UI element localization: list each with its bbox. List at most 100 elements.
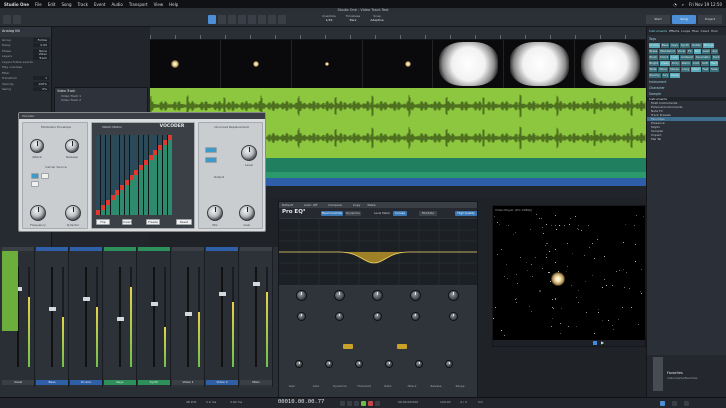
matrix-cell[interactable] (134, 160, 139, 165)
wifi-icon[interactable]: ◔ (673, 2, 677, 7)
matrix-cell[interactable] (110, 195, 115, 200)
matrix-cell[interactable] (105, 150, 110, 155)
channel-name[interactable]: Bass (36, 380, 68, 385)
carrier-internal-button[interactable] (31, 173, 39, 179)
matrix-cell[interactable] (143, 160, 148, 165)
browser-tab[interactable]: Cloud (701, 29, 710, 33)
eq-dynamics-knob[interactable] (445, 360, 453, 368)
frequency-knob[interactable] (30, 205, 46, 221)
matrix-cell[interactable] (115, 165, 120, 170)
matrix-cell[interactable] (153, 185, 158, 190)
eq-knob[interactable] (448, 312, 458, 321)
matrix-cell[interactable] (139, 210, 144, 215)
matrix-cell[interactable] (158, 195, 163, 200)
matrix-cell[interactable] (153, 140, 158, 145)
channel-name[interactable]: Vocal (2, 380, 34, 385)
matrix-cell[interactable] (148, 170, 153, 175)
matrix-cell[interactable] (134, 210, 139, 215)
matrix-cell[interactable] (148, 175, 153, 180)
matrix-cell[interactable] (115, 180, 120, 185)
matrix-cell[interactable] (101, 190, 106, 195)
browser-tab[interactable]: Files (692, 29, 699, 33)
browser-tag[interactable]: Chord (658, 54, 670, 60)
matrix-cell[interactable] (129, 140, 134, 145)
matrix-cell[interactable] (96, 170, 101, 175)
stop-button[interactable] (354, 400, 359, 406)
matrix-cell[interactable] (148, 185, 153, 190)
matrix-cell[interactable] (139, 175, 144, 180)
matrix-cell[interactable] (115, 155, 120, 160)
matrix-cell[interactable] (153, 165, 158, 170)
level-knob[interactable] (241, 145, 257, 161)
matrix-cell[interactable] (162, 200, 167, 205)
matrix-cell[interactable] (110, 185, 115, 190)
channel-name[interactable]: Video 1 (172, 380, 204, 385)
browser-tag[interactable]: Warm (680, 60, 691, 66)
matrix-cell[interactable] (153, 210, 158, 215)
browser-tag[interactable]: Mono (658, 66, 669, 72)
matrix-cell[interactable] (96, 155, 101, 160)
browser-tag[interactable]: Drums (648, 42, 660, 48)
browser-tag[interactable]: Dirty (670, 60, 680, 66)
matrix-cell[interactable] (167, 155, 172, 160)
browser-tag[interactable]: Cold (691, 60, 701, 66)
matrix-cell[interactable] (158, 150, 163, 155)
matrix-cell[interactable] (96, 145, 101, 150)
matrix-cell[interactable] (162, 205, 167, 210)
matrix-cell[interactable] (153, 175, 158, 180)
browser-tag[interactable]: Stereo (669, 66, 681, 72)
matrix-cell[interactable] (134, 200, 139, 205)
matrix-cell[interactable] (139, 185, 144, 190)
fader-handle[interactable] (252, 282, 260, 286)
menu-song[interactable]: Song (61, 2, 71, 7)
eq-dynamics-knob[interactable] (355, 360, 363, 368)
matrix-cell[interactable] (148, 210, 153, 215)
matrix-cell[interactable] (158, 170, 163, 175)
browser-tag[interactable]: Vocal (676, 48, 687, 54)
matrix-cell[interactable] (115, 170, 120, 175)
matrix-cell[interactable] (153, 190, 158, 195)
matrix-cell[interactable] (134, 195, 139, 200)
eq-dynamics-knob[interactable] (295, 360, 303, 368)
matrix-cell[interactable] (134, 180, 139, 185)
matrix-cell[interactable] (162, 165, 167, 170)
matrix-cell[interactable] (143, 135, 148, 140)
mix-view-button[interactable] (672, 400, 677, 406)
matrix-cell[interactable] (96, 175, 101, 180)
matrix-cell[interactable] (158, 160, 163, 165)
track-item-2[interactable]: Video Track 2 (55, 98, 147, 102)
browser-tag[interactable]: Synth (679, 42, 690, 48)
eq-curve-display[interactable] (279, 219, 477, 285)
reset-button[interactable]: Reset (176, 219, 192, 225)
matrix-cell[interactable] (105, 145, 110, 150)
record-button[interactable] (368, 400, 373, 406)
matrix-cell[interactable] (167, 185, 172, 190)
matrix-cell[interactable] (124, 210, 129, 215)
band-enable-button[interactable] (397, 344, 407, 349)
menu-file[interactable]: File (35, 2, 42, 7)
matrix-cell[interactable] (120, 210, 125, 215)
matrix-cell[interactable] (162, 195, 167, 200)
matrix-cell[interactable] (148, 160, 153, 165)
matrix-cell[interactable] (167, 135, 172, 140)
matrix-cell[interactable] (148, 145, 153, 150)
matrix-cell[interactable] (148, 155, 153, 160)
fader-handle[interactable] (184, 312, 192, 316)
matrix-cell[interactable] (143, 190, 148, 195)
view-toggle-button[interactable] (13, 15, 21, 24)
matrix-cell[interactable] (124, 160, 129, 165)
matrix-cell[interactable] (153, 195, 158, 200)
matrix-cell[interactable] (153, 205, 158, 210)
fader-handle[interactable] (48, 307, 56, 311)
eq-dynamics-knob[interactable] (415, 360, 423, 368)
matrix-cell[interactable] (143, 165, 148, 170)
time-signature-display[interactable]: 4 / 4 (460, 400, 467, 404)
browser-tag[interactable]: Cinematic (694, 54, 711, 60)
search-icon[interactable]: ⌕ (682, 2, 684, 7)
matrix-cell[interactable] (143, 195, 148, 200)
matrix-cell[interactable] (167, 190, 172, 195)
matrix-cell[interactable] (153, 180, 158, 185)
matrix-cell[interactable] (158, 155, 163, 160)
matrix-cell[interactable] (134, 185, 139, 190)
matrix-cell[interactable] (105, 165, 110, 170)
